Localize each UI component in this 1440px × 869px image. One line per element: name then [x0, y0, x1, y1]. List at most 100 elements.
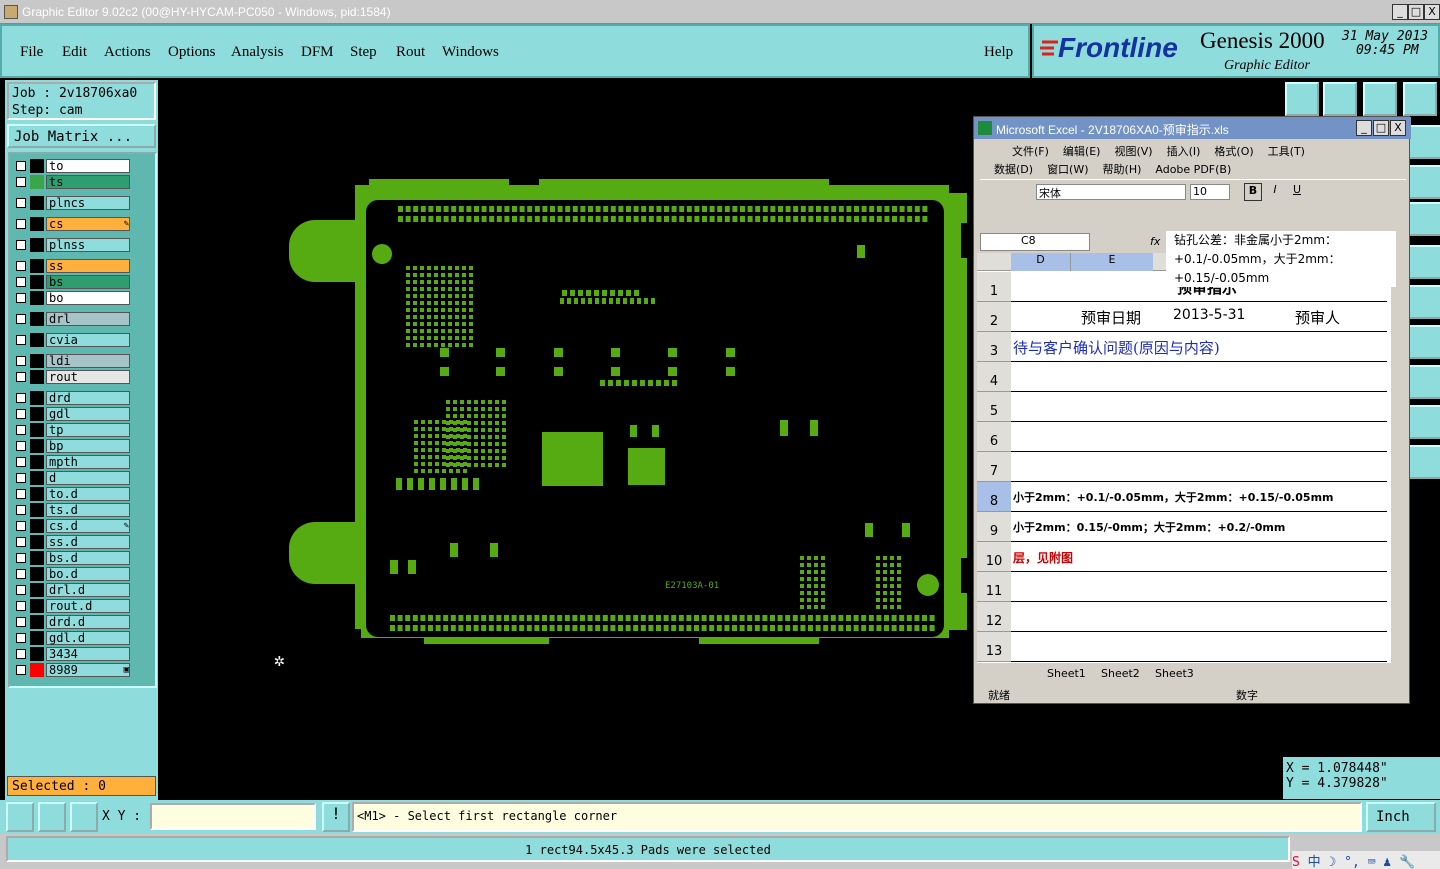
layer-row[interactable]: d — [12, 471, 130, 485]
menu-rout[interactable]: Rout — [396, 44, 425, 61]
layer-name[interactable]: rout.d — [46, 599, 130, 613]
excel-menu-item[interactable]: 格式(O) — [1214, 145, 1253, 158]
close-button[interactable]: X — [1424, 4, 1440, 20]
layer-row[interactable]: ts.d — [12, 503, 130, 517]
layer-checkbox[interactable] — [16, 372, 26, 382]
layer-checkbox[interactable] — [16, 356, 26, 366]
ime-lang[interactable]: 中 — [1308, 855, 1321, 869]
pan-tool-icon[interactable] — [38, 802, 66, 832]
layer-row[interactable]: drl.d — [12, 583, 130, 597]
layer-checkbox[interactable] — [16, 665, 26, 675]
layer-checkbox[interactable] — [16, 240, 26, 250]
col-e[interactable]: E — [1071, 253, 1153, 271]
menu-options[interactable]: Options — [168, 44, 216, 61]
layer-row[interactable]: to — [12, 159, 130, 173]
layer-name[interactable]: drd.d — [46, 615, 130, 629]
layer-checkbox[interactable] — [16, 277, 26, 287]
name-box[interactable]: C8 — [980, 233, 1090, 251]
layer-name[interactable]: to — [46, 159, 130, 173]
excel-menu-item[interactable]: 视图(V) — [1114, 145, 1152, 158]
row-header[interactable]: 4 — [977, 362, 1011, 392]
layer-row[interactable]: rout — [12, 370, 130, 384]
layer-name[interactable]: 8989 ▣ — [46, 663, 130, 677]
menu-edit[interactable]: Edit — [62, 44, 87, 61]
layer-row[interactable]: plncs — [12, 196, 130, 210]
snap-icon[interactable] — [1408, 125, 1440, 159]
layer-checkbox[interactable] — [16, 425, 26, 435]
excel-menu-item[interactable]: 插入(I) — [1167, 145, 1201, 158]
layer-row[interactable]: bp — [12, 439, 130, 453]
layer-checkbox[interactable] — [16, 198, 26, 208]
measure-icon[interactable] — [1408, 405, 1440, 439]
select-tool-icon[interactable] — [1408, 445, 1440, 479]
row-header[interactable]: 13 — [977, 632, 1011, 662]
menu-file[interactable]: File — [20, 44, 43, 61]
layer-name[interactable]: drl — [46, 312, 130, 326]
ime-logo-icon[interactable]: S — [1292, 855, 1300, 869]
layer-name[interactable]: gdl — [46, 407, 130, 421]
excel-maximize-button[interactable]: □ — [1373, 120, 1389, 136]
layer-row[interactable]: plnss — [12, 238, 130, 252]
user-icon[interactable]: ♟ — [1383, 855, 1391, 869]
layer-name[interactable]: bs — [46, 275, 130, 289]
layer-checkbox[interactable] — [16, 409, 26, 419]
open-job-icon[interactable] — [1285, 82, 1319, 116]
layer-row[interactable]: cs.d ✎ — [12, 519, 130, 533]
layer-row[interactable]: cs ✎ — [12, 217, 130, 231]
save-job-icon[interactable] — [1323, 82, 1357, 116]
layer-row[interactable]: bo.d — [12, 567, 130, 581]
traffic-icon[interactable] — [1408, 202, 1440, 236]
row-header[interactable]: 10 — [977, 542, 1011, 572]
layer-name[interactable]: gdl.d — [46, 631, 130, 645]
filter-icon[interactable] — [1408, 325, 1440, 359]
layer-checkbox[interactable] — [16, 293, 26, 303]
excel-menu-item[interactable]: Adobe PDF(B) — [1155, 163, 1231, 176]
zoom-tool-icon[interactable] — [6, 802, 34, 832]
menu-actions[interactable]: Actions — [104, 44, 151, 61]
row-header[interactable]: 2 — [977, 302, 1011, 332]
layer-row[interactable]: bo — [12, 291, 130, 305]
menu-step[interactable]: Step — [350, 44, 377, 61]
layer-name[interactable]: bo.d — [46, 567, 130, 581]
row-header[interactable]: 11 — [977, 572, 1011, 602]
layer-checkbox[interactable] — [16, 601, 26, 611]
row-header[interactable]: 3 — [977, 332, 1011, 362]
layer-name[interactable]: ss.d — [46, 535, 130, 549]
layer-checkbox[interactable] — [16, 505, 26, 515]
row-header[interactable]: 9 — [977, 512, 1011, 542]
layer-name[interactable]: to.d — [46, 487, 130, 501]
excel-window[interactable]: Microsoft Excel - 2V18706XA0-预审指示.xls _ … — [973, 116, 1411, 704]
menu-windows[interactable]: Windows — [442, 44, 499, 61]
bold-button[interactable]: B — [1244, 183, 1262, 201]
menu-help[interactable]: Help — [984, 44, 1013, 61]
layer-row[interactable]: to.d — [12, 487, 130, 501]
units-button[interactable]: Inch — [1366, 802, 1436, 832]
layer-checkbox[interactable] — [16, 457, 26, 467]
layer-name[interactable]: ts.d — [46, 503, 130, 517]
col-d[interactable]: D — [1011, 253, 1071, 271]
row-header[interactable]: 1 — [977, 272, 1011, 302]
layer-row[interactable]: gdl — [12, 407, 130, 421]
layer-row[interactable]: drl — [12, 312, 130, 326]
excel-minimize-button[interactable]: _ — [1356, 120, 1372, 136]
maximize-button[interactable]: □ — [1408, 4, 1424, 20]
excel-menu-item[interactable]: 窗口(W) — [1047, 163, 1088, 176]
layer-checkbox[interactable] — [16, 393, 26, 403]
layout-icon[interactable] — [1403, 82, 1437, 116]
layer-checkbox[interactable] — [16, 335, 26, 345]
moon-icon[interactable]: ☽ — [1329, 855, 1337, 869]
row-header[interactable]: 6 — [977, 422, 1011, 452]
layer-row[interactable]: 3434 — [12, 647, 130, 661]
excel-menu-item[interactable]: 帮助(H) — [1103, 163, 1142, 176]
layer-row[interactable]: bs — [12, 275, 130, 289]
layer-row[interactable]: drd — [12, 391, 130, 405]
layer-name[interactable]: cs.d ✎ — [46, 519, 130, 533]
layer-checkbox[interactable] — [16, 441, 26, 451]
layer-name[interactable]: bp — [46, 439, 130, 453]
excel-menu-item[interactable]: 编辑(E) — [1063, 145, 1101, 158]
layer-checkbox[interactable] — [16, 633, 26, 643]
layer-row[interactable]: 8989 ▣ — [12, 663, 130, 677]
excel-close-button[interactable]: X — [1390, 120, 1406, 136]
layer-name[interactable]: ts — [46, 175, 130, 189]
keyboard-icon[interactable]: ⌨ — [1368, 855, 1376, 869]
